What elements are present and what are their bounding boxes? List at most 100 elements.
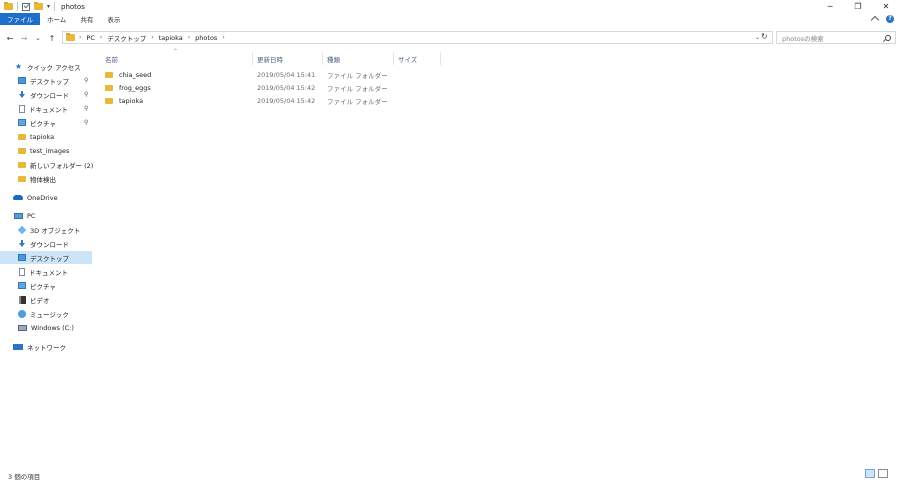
details-view-button[interactable] (865, 469, 875, 478)
breadcrumb-pc[interactable]: PC (86, 34, 94, 42)
sidebar-item-label: ピクチャ (30, 282, 56, 291)
table-row[interactable]: tapioka 2019/05/04 15:42 ファイル フォルダー (100, 94, 400, 107)
sidebar-item-new-folder-2[interactable]: 新しいフォルダー (2) (0, 158, 94, 171)
sidebar-item-label: ピクチャ (30, 119, 56, 128)
breadcrumb-separator[interactable]: › (100, 34, 102, 41)
network-icon (13, 343, 23, 350)
chevron-down-icon[interactable]: ⌄ (755, 34, 760, 41)
file-name-cell: frog_eggs (105, 81, 151, 94)
tab-share[interactable]: 共有 (73, 13, 100, 25)
customize-toolbar-dropdown[interactable]: ▾ (47, 3, 50, 10)
window-controls: ─ ❐ ✕ (816, 0, 900, 13)
sidebar-item-3d-objects[interactable]: 3D オブジェクト (0, 223, 92, 236)
address-bar[interactable]: › PC › デスクトップ › tapioka › photos › ⌄ (62, 31, 773, 44)
sidebar-item-label: ネットワーク (27, 343, 66, 352)
tab-view[interactable]: 表示 (100, 13, 127, 25)
up-button[interactable]: ↑ (46, 32, 58, 44)
sidebar-item-desktop[interactable]: デスクトップ (0, 251, 92, 264)
sidebar-item-onedrive[interactable]: OneDrive (0, 191, 92, 204)
file-list: ⌃ 名前 更新日時 種類 サイズ chia_seed 2019/05/04 15… (100, 48, 890, 450)
sidebar-item-label: Windows (C:) (31, 323, 74, 332)
pin-icon[interactable]: ⚲ (84, 119, 88, 126)
sidebar-item-label: デスクトップ (30, 77, 69, 86)
column-divider[interactable] (252, 52, 253, 65)
help-icon[interactable]: ? (886, 14, 894, 23)
breadcrumb-separator[interactable]: › (79, 34, 81, 41)
breadcrumb-tapioka[interactable]: tapioka (159, 34, 183, 42)
navigation-pane: ★ クイック アクセス デスクトップ ⚲ ダウンロード ⚲ ドキュメント ⚲ ピ… (0, 56, 94, 456)
maximize-button[interactable]: ❐ (844, 0, 872, 13)
tab-home[interactable]: ホーム (40, 13, 73, 25)
table-row[interactable]: chia_seed 2019/05/04 15:41 ファイル フォルダー (100, 68, 400, 81)
file-name-cell: chia_seed (105, 68, 151, 81)
table-row[interactable]: frog_eggs 2019/05/04 15:42 ファイル フォルダー (100, 81, 400, 94)
pin-icon[interactable]: ⚲ (84, 77, 88, 84)
folder-icon (105, 97, 113, 104)
document-icon (19, 267, 25, 276)
breadcrumb-separator[interactable]: › (188, 34, 190, 41)
refresh-button[interactable]: ↻ (761, 32, 768, 41)
sidebar-item-network[interactable]: ネットワーク (0, 340, 92, 353)
folder-icon (18, 175, 26, 182)
sidebar-item-label: 新しいフォルダー (2) (30, 161, 94, 170)
search-input[interactable]: photosの検索 (776, 31, 896, 44)
sidebar-item-documents-pinned[interactable]: ドキュメント ⚲ (0, 102, 92, 115)
sidebar-item-test-images[interactable]: test_images (0, 144, 92, 157)
star-icon: ★ (14, 62, 23, 71)
3d-objects-icon (17, 225, 27, 234)
file-modified: 2019/05/04 15:41 (257, 70, 316, 79)
ribbon-right-controls: ? (870, 14, 894, 25)
column-divider[interactable] (322, 52, 323, 65)
video-icon (19, 295, 26, 304)
sidebar-item-downloads-pinned[interactable]: ダウンロード ⚲ (0, 88, 92, 101)
sidebar-item-label: ミュージック (30, 310, 69, 319)
quick-access-toolbar: ▾ photos (0, 1, 85, 11)
sidebar-item-documents[interactable]: ドキュメント (0, 265, 92, 278)
tab-file[interactable]: ファイル (0, 13, 40, 25)
search-icon[interactable] (885, 35, 891, 41)
sidebar-item-label: 3D オブジェクト (30, 226, 81, 235)
column-header-size[interactable]: サイズ (398, 52, 417, 65)
file-name: chia_seed (119, 70, 152, 79)
picture-icon (18, 282, 26, 289)
forward-button[interactable]: → (18, 32, 30, 44)
sidebar-item-tapioka[interactable]: tapioka (0, 130, 92, 143)
collapse-ribbon-icon[interactable] (870, 15, 880, 25)
breadcrumb-separator[interactable]: › (151, 34, 153, 41)
file-name: frog_eggs (119, 83, 151, 92)
download-icon (19, 90, 26, 99)
sidebar-item-pc[interactable]: PC (0, 209, 92, 222)
folder-icon (105, 71, 113, 78)
sidebar-item-object-detection[interactable]: 物体検出 (0, 172, 92, 185)
back-button[interactable]: ← (4, 32, 16, 44)
pin-icon[interactable]: ⚲ (84, 105, 88, 112)
sidebar-item-music[interactable]: ミュージック (0, 307, 92, 320)
large-icons-view-button[interactable] (878, 469, 888, 478)
close-button[interactable]: ✕ (872, 0, 900, 13)
sidebar-item-downloads[interactable]: ダウンロード (0, 237, 92, 250)
column-header-type[interactable]: 種類 (327, 52, 340, 65)
new-folder-icon[interactable] (34, 1, 43, 10)
drive-icon (18, 324, 27, 331)
minimize-button[interactable]: ─ (816, 0, 844, 13)
file-type: ファイル フォルダー (327, 97, 388, 106)
pin-icon[interactable]: ⚲ (84, 91, 88, 98)
file-name: tapioka (119, 96, 144, 105)
folder-icon[interactable] (4, 1, 13, 10)
sidebar-item-windows-c[interactable]: Windows (C:) (0, 321, 92, 334)
breadcrumb-photos[interactable]: photos (195, 34, 217, 42)
column-header-name[interactable]: 名前 (105, 52, 118, 65)
toolbar-divider (17, 2, 18, 11)
breadcrumb-separator[interactable]: › (222, 34, 224, 41)
sidebar-item-pictures-pinned[interactable]: ピクチャ ⚲ (0, 116, 92, 129)
breadcrumb-desktop[interactable]: デスクトップ (107, 33, 146, 43)
sidebar-item-pictures[interactable]: ピクチャ (0, 279, 92, 292)
column-divider[interactable] (393, 52, 394, 65)
column-divider[interactable] (440, 52, 441, 65)
sidebar-item-videos[interactable]: ビデオ (0, 293, 92, 306)
sidebar-item-quick-access[interactable]: ★ クイック アクセス (0, 60, 92, 73)
column-header-modified[interactable]: 更新日時 (257, 52, 283, 65)
properties-icon[interactable] (22, 2, 30, 11)
sidebar-item-desktop-pinned[interactable]: デスクトップ ⚲ (0, 74, 92, 87)
recent-locations-button[interactable]: ⌄ (32, 32, 44, 44)
